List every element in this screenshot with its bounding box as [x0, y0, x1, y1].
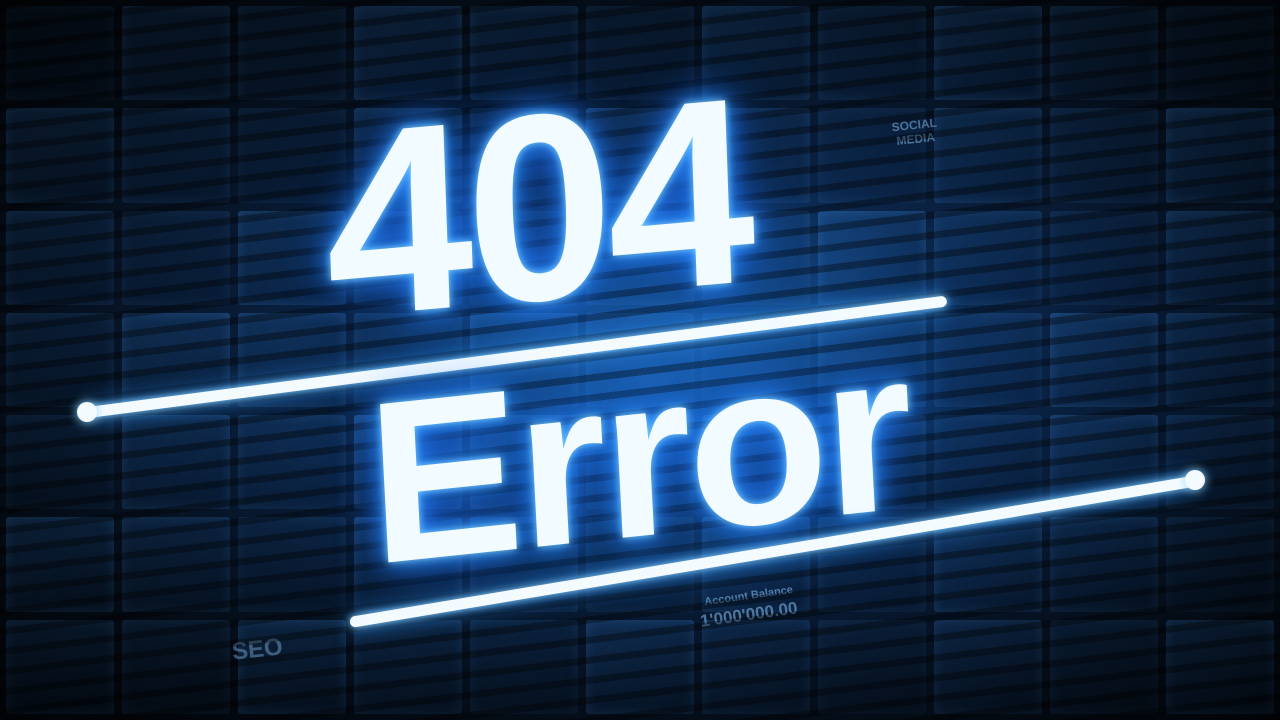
icon-tile [1166, 415, 1274, 510]
icon-tile [1050, 6, 1158, 101]
icon-tile [6, 108, 114, 203]
icon-tile [122, 415, 230, 510]
icon-tile [122, 6, 230, 101]
icon-tile [122, 108, 230, 203]
icon-tile [1166, 6, 1274, 101]
seo-tile-label: SEO [230, 633, 284, 666]
icon-tile [818, 6, 926, 101]
error-404-illustration: SOCIAL MEDIA SEO Account Balance 1'000'0… [0, 0, 1280, 720]
icon-tile [1050, 619, 1158, 714]
lower-line-endpoint [1185, 470, 1205, 490]
icon-tile [1050, 517, 1158, 612]
icon-tile [1166, 210, 1274, 305]
icon-tile [6, 210, 114, 305]
icon-tile [1166, 108, 1274, 203]
icon-tile [122, 619, 230, 714]
upper-line-endpoint [77, 402, 97, 422]
icon-tile [6, 415, 114, 510]
icon-tile [1166, 312, 1274, 408]
icon-tile [1050, 108, 1158, 203]
icon-tile [6, 619, 114, 714]
icon-tile [6, 312, 114, 408]
icon-tile [122, 210, 230, 305]
error-code: 404 [320, 41, 754, 376]
icon-tile [934, 6, 1042, 101]
icon-tile [1166, 517, 1274, 612]
error-word: Error [362, 299, 916, 613]
icon-tile [6, 6, 114, 101]
icon-tile [6, 517, 114, 612]
icon-tile [122, 517, 230, 612]
icon-tile [1050, 210, 1158, 305]
icon-tile [1166, 619, 1274, 714]
icon-tile [1050, 312, 1158, 408]
